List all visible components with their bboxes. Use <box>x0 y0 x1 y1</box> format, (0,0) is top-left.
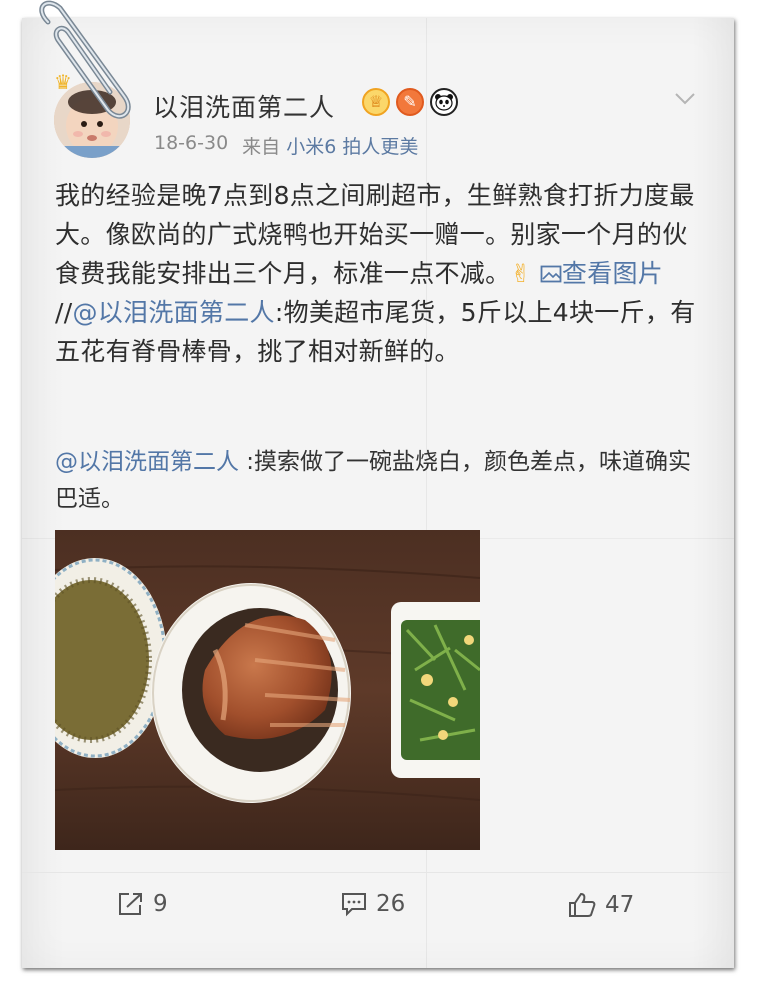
user-badges: ♕ ✎ <box>362 86 458 118</box>
panda-badge-icon[interactable] <box>430 88 458 116</box>
victory-hand-icon: ✌ <box>510 259 532 288</box>
chevron-down-icon[interactable] <box>674 92 696 106</box>
thumbs-up-icon <box>569 892 596 917</box>
post-photo[interactable] <box>55 530 480 850</box>
food-photo-image <box>55 530 480 850</box>
comment-button[interactable]: 26 <box>340 891 405 917</box>
repost-mention-link[interactable]: @以泪洗面第二人 <box>72 298 274 327</box>
repost-body: @以泪洗面第二人 :摸索做了一碗盐烧白，颜色差点，味道确实巴适。 <box>55 444 705 518</box>
source-prefix: 来自 小米6 拍人更美 <box>242 132 418 159</box>
image-icon <box>540 265 562 283</box>
view-image-link[interactable]: 查看图片 <box>540 259 663 288</box>
share-count: 9 <box>153 891 168 917</box>
panda-icon <box>435 94 453 111</box>
repost-separator: // <box>55 298 73 327</box>
view-image-label: 查看图片 <box>561 259 664 288</box>
action-bar: 9 26 47 <box>22 872 734 943</box>
comment-count: 26 <box>376 891 406 917</box>
post-meta: 18-6-30 来自 小米6 拍人更美 <box>154 132 418 159</box>
crown-badge-icon[interactable]: ♕ <box>362 88 390 116</box>
like-count: 47 <box>605 892 635 918</box>
feather-badge-icon[interactable]: ✎ <box>396 88 424 116</box>
post-time: 18-6-30 <box>154 132 229 154</box>
share-icon <box>119 893 142 915</box>
source-from-label: 来自 <box>242 136 281 158</box>
comment-icon <box>342 893 366 917</box>
share-button[interactable]: 9 <box>117 891 168 917</box>
source-link[interactable]: 小米6 拍人更美 <box>286 136 418 158</box>
post-body: 我的经验是晚7点到8点之间刷超市，生鲜熟食打折力度最大。像欧尚的广式烧鸭也开始买… <box>55 176 705 371</box>
paper-clip-icon <box>39 0 131 119</box>
repost-user-link[interactable]: @以泪洗面第二人 <box>55 449 239 475</box>
username[interactable]: 以泪洗面第二人 <box>153 88 335 124</box>
like-button[interactable]: 47 <box>567 891 634 919</box>
